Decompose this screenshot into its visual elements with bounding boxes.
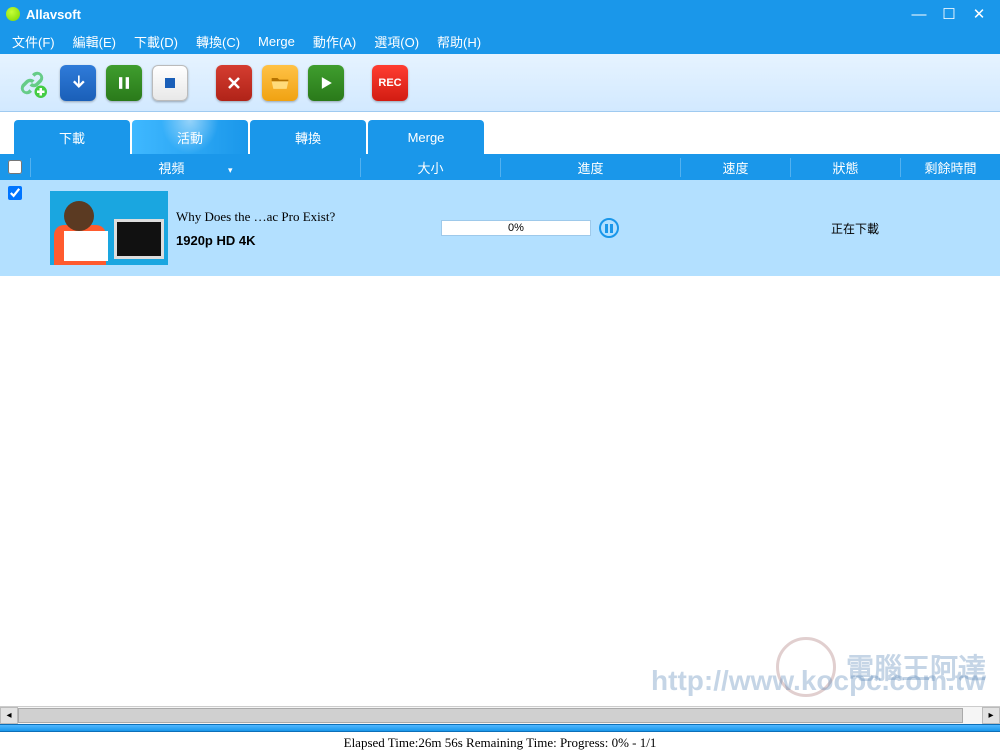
tab-activity[interactable]: 活動 [132,120,248,154]
scroll-right-icon[interactable]: ▸ [982,707,1000,724]
open-folder-button[interactable] [262,65,298,101]
menu-convert[interactable]: 轉換(C) [196,32,240,51]
toolbar: REC [0,54,1000,112]
delete-button[interactable] [216,65,252,101]
stop-button[interactable] [152,65,188,101]
minimize-button[interactable]: — [904,6,934,23]
download-button[interactable] [60,65,96,101]
progress-bar: 0% [441,220,591,236]
list-item[interactable]: Why Does the …ac Pro Exist? 1920p HD 4K … [0,180,1000,276]
menu-merge[interactable]: Merge [258,34,295,49]
col-progress[interactable]: 進度 [500,158,680,177]
col-video[interactable]: 視頻 ▾ [30,158,360,177]
maximize-button[interactable]: ☐ [934,5,964,23]
col-status[interactable]: 狀態 [790,158,900,177]
select-all-checkbox[interactable] [8,160,22,174]
menu-edit[interactable]: 編輯(E) [73,32,116,51]
scroll-left-icon[interactable]: ◂ [0,707,18,724]
row-pause-icon[interactable] [599,218,619,238]
video-thumbnail [50,191,168,265]
horizontal-scrollbar[interactable]: ◂ ▸ [0,706,1000,724]
col-remain[interactable]: 剩餘時間 [900,158,1000,177]
pause-button[interactable] [106,65,142,101]
menu-file[interactable]: 文件(F) [12,32,55,51]
paste-url-button[interactable] [14,65,50,101]
download-list: Why Does the …ac Pro Exist? 1920p HD 4K … [0,180,1000,724]
video-quality: 1920p HD 4K [176,233,370,248]
video-meta: Why Does the …ac Pro Exist? 1920p HD 4K [176,209,370,248]
col-size[interactable]: 大小 [360,158,500,177]
menu-download[interactable]: 下載(D) [134,32,178,51]
menu-options[interactable]: 選項(O) [374,32,419,51]
titlebar: Allavsoft — ☐ ✕ [0,0,1000,28]
record-button[interactable]: REC [372,65,408,101]
record-label: REC [378,77,401,89]
tab-merge[interactable]: Merge [368,120,484,154]
column-header: 視頻 ▾ 大小 進度 速度 狀態 剩餘時間 [0,154,1000,180]
video-title: Why Does the …ac Pro Exist? [176,209,370,225]
menubar: 文件(F) 編輯(E) 下載(D) 轉換(C) Merge 動作(A) 選項(O… [0,28,1000,54]
menu-action[interactable]: 動作(A) [313,32,356,51]
global-progress-bar [0,724,1000,732]
menu-help[interactable]: 帮助(H) [437,32,481,51]
play-button[interactable] [308,65,344,101]
app-logo-icon [6,7,20,21]
row-checkbox[interactable] [8,186,22,200]
tab-download[interactable]: 下載 [14,120,130,154]
close-button[interactable]: ✕ [964,5,994,23]
app-title: Allavsoft [26,7,904,22]
scrollbar-thumb[interactable] [18,708,963,723]
col-speed[interactable]: 速度 [680,158,790,177]
tab-strip: 下載 活動 轉換 Merge [0,112,1000,154]
status-bar: Elapsed Time:26m 56s Remaining Time: Pro… [0,732,1000,754]
row-status: 正在下載 [800,220,910,237]
tab-convert[interactable]: 轉換 [250,120,366,154]
